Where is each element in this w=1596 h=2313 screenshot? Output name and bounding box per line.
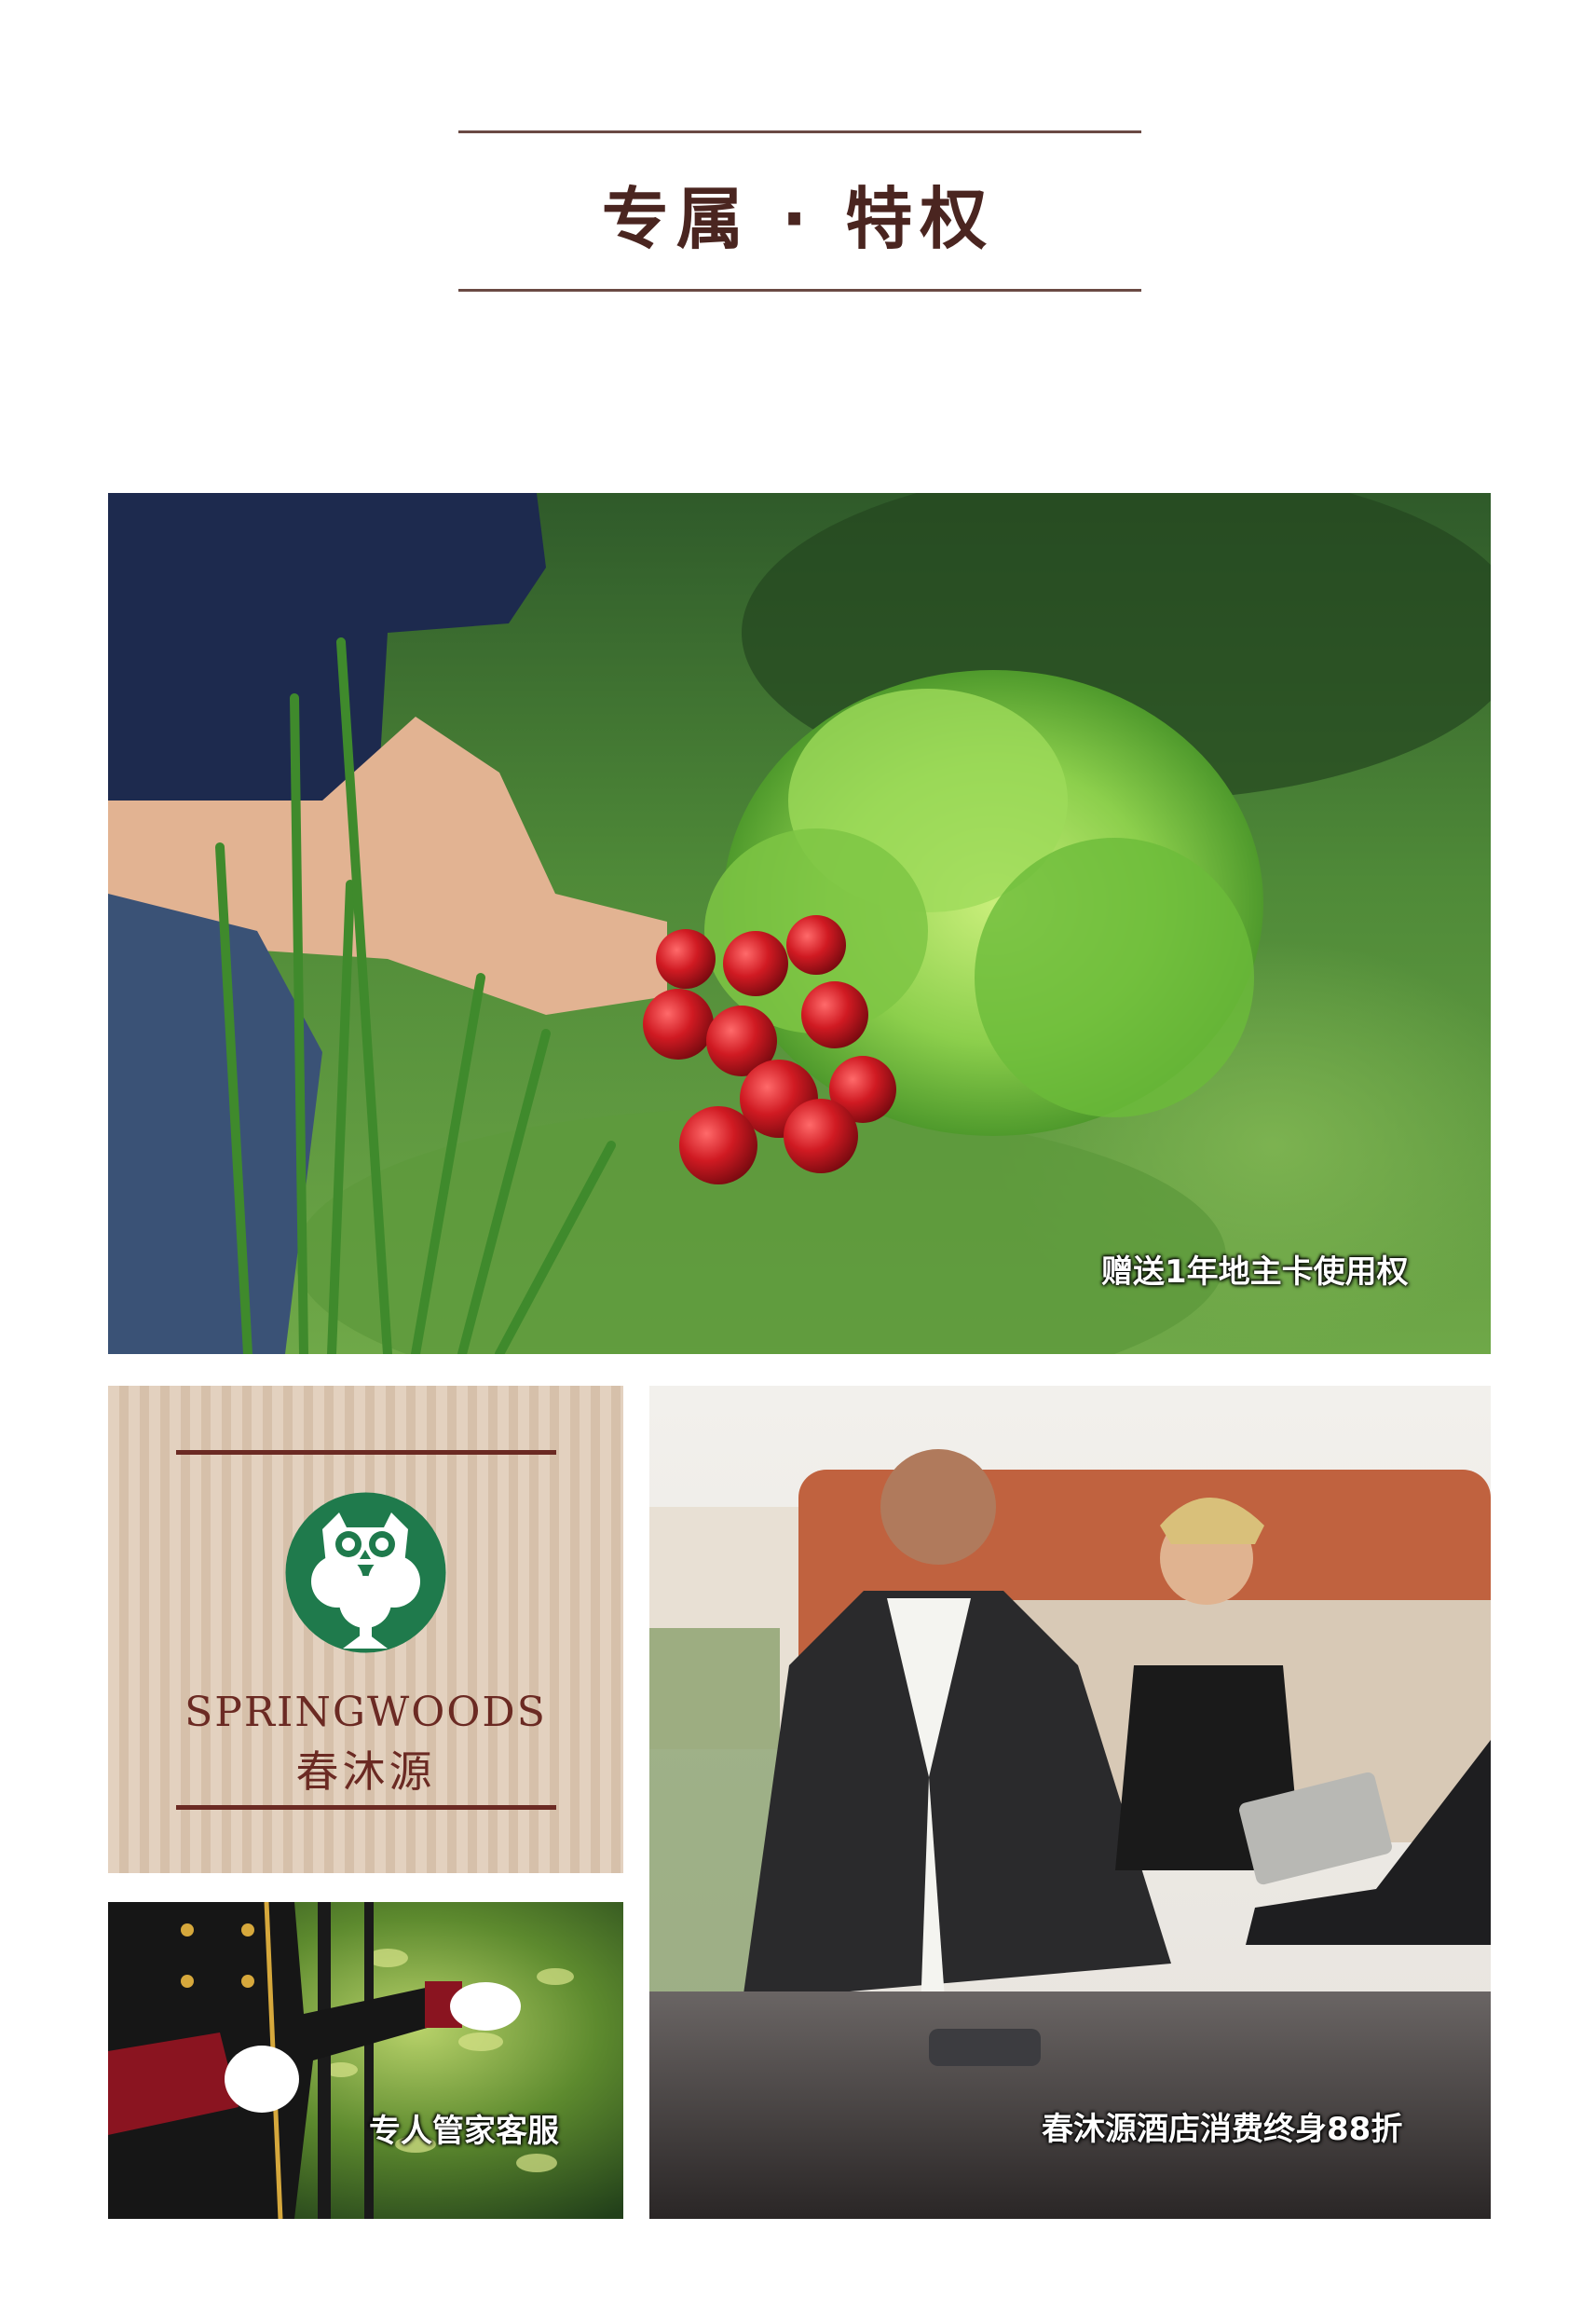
owl-tree-logo-icon: [285, 1492, 446, 1653]
brand-top-rule: [176, 1450, 556, 1455]
page-title: 专属 · 特权: [601, 180, 995, 258]
hotel-caption: 春沐源酒店消费终身88折: [1042, 2111, 1403, 2148]
hotel-panel: 春沐源酒店消费终身88折: [649, 1386, 1491, 2219]
brand-bottom-rule: [176, 1805, 556, 1810]
garden-caption: 赠送1年地主卡使用权: [1101, 1253, 1409, 1291]
hotel-reception-photo: [649, 1386, 1491, 2219]
butler-gloves-photo: [108, 1902, 623, 2219]
brand-name-zh: 春沐源: [295, 1746, 436, 1797]
garden-vegetables-photo: [108, 493, 1491, 1354]
butler-caption: 专人管家客服: [369, 2113, 559, 2150]
garden-panel: 赠送1年地主卡使用权: [108, 493, 1491, 1354]
butler-panel: 专人管家客服: [108, 1902, 623, 2219]
title-bottom-rule: [458, 289, 1141, 292]
brand-name-en: SPRINGWOODS: [184, 1689, 547, 1736]
title-top-rule: [458, 130, 1141, 133]
brand-panel: SPRINGWOODS 春沐源: [108, 1386, 623, 1873]
